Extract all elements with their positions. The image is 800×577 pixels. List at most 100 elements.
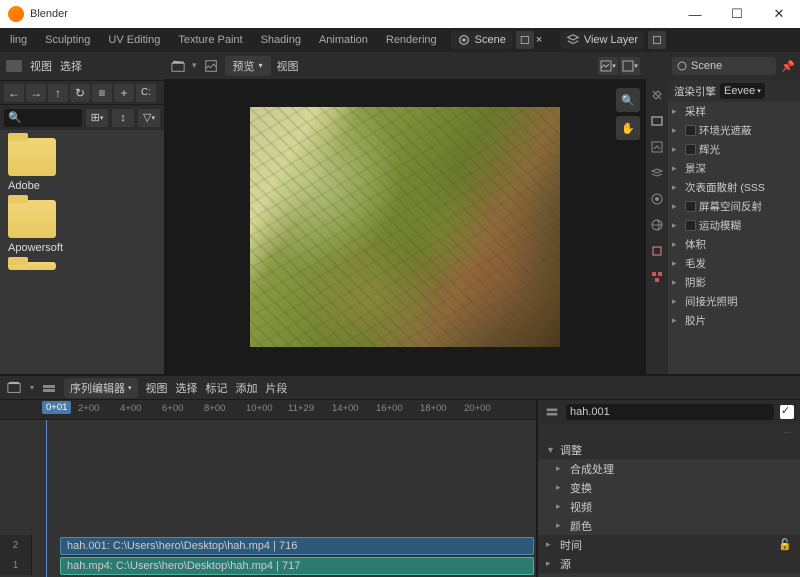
properties-tabs bbox=[646, 52, 668, 374]
seq-marker-menu[interactable]: 标记 bbox=[206, 380, 228, 396]
object-tab-icon[interactable] bbox=[648, 242, 666, 260]
display-grid-button[interactable]: ⊞▾ bbox=[86, 109, 108, 127]
ruler-tick: 14+00 bbox=[332, 403, 359, 414]
seq-add-menu[interactable]: 添加 bbox=[236, 380, 258, 396]
folder-item[interactable]: Apowersoft bbox=[8, 200, 156, 254]
property-row[interactable]: ▸运动模糊 bbox=[668, 216, 800, 235]
tab-sculpting[interactable]: Sculpting bbox=[37, 31, 98, 49]
nav-back-button[interactable]: ← bbox=[4, 84, 24, 102]
checkbox[interactable] bbox=[685, 201, 696, 212]
strip-name-input[interactable]: hah.001 bbox=[566, 404, 774, 420]
clapper-icon[interactable] bbox=[170, 59, 186, 73]
tab-modeling[interactable]: ling bbox=[2, 31, 35, 49]
strip-mute-checkbox[interactable] bbox=[780, 405, 794, 419]
video-row[interactable]: ▸视频 bbox=[538, 497, 800, 516]
viewlayer-selector[interactable]: View Layer bbox=[560, 31, 644, 49]
current-frame[interactable]: 0+01 bbox=[42, 401, 71, 414]
scene-close-button[interactable]: × bbox=[536, 34, 550, 46]
scene-pin[interactable]: Scene bbox=[672, 57, 776, 75]
output-tab-icon[interactable] bbox=[648, 138, 666, 156]
channel-number: 2 bbox=[0, 535, 32, 555]
property-row[interactable]: ▸体积 bbox=[668, 235, 800, 254]
scene-new-button[interactable]: ☐ bbox=[516, 31, 534, 49]
render-engine-dropdown[interactable]: Eevee▾ bbox=[720, 83, 765, 99]
sequencer-mode-dropdown[interactable]: 序列编辑器▾ bbox=[64, 378, 138, 398]
nav-refresh-button[interactable]: ↻ bbox=[70, 84, 90, 102]
ruler-tick: 11+29 bbox=[288, 403, 314, 414]
property-row[interactable]: ▸毛发 bbox=[668, 254, 800, 273]
folder-item[interactable] bbox=[8, 262, 156, 270]
sort-button[interactable]: ↕ bbox=[112, 109, 134, 127]
tool-tab-icon[interactable] bbox=[648, 86, 666, 104]
property-row[interactable]: ▸胶片 bbox=[668, 311, 800, 330]
property-row[interactable]: ▸间接光照明 bbox=[668, 292, 800, 311]
tab-rendering[interactable]: Rendering bbox=[378, 31, 445, 49]
fb-view-menu[interactable]: 视图 bbox=[30, 58, 52, 74]
checkbox[interactable] bbox=[685, 220, 696, 231]
tab-uv-editing[interactable]: UV Editing bbox=[100, 31, 168, 49]
preview-canvas[interactable] bbox=[164, 80, 646, 374]
search-input[interactable]: 🔍 bbox=[4, 109, 82, 127]
app-title: Blender bbox=[30, 8, 68, 20]
lock-icon[interactable]: 🔓 bbox=[778, 538, 792, 551]
scene-selector[interactable]: Scene bbox=[451, 31, 512, 49]
fb-select-menu[interactable]: 选择 bbox=[60, 58, 82, 74]
pin-button[interactable]: 📌 bbox=[780, 58, 796, 74]
property-row[interactable]: ▸阴影 bbox=[668, 273, 800, 292]
checkbox[interactable] bbox=[685, 144, 696, 155]
source-section[interactable]: ▸源 bbox=[538, 554, 800, 573]
vp-view-menu[interactable]: 视图 bbox=[277, 58, 299, 74]
viewlayer-new-button[interactable]: ☐ bbox=[648, 31, 666, 49]
timeline[interactable]: 0+01 2+004+006+008+0010+0011+2914+0016+0… bbox=[0, 400, 536, 577]
close-button[interactable]: ✕ bbox=[758, 0, 800, 28]
editor-dropdown-icon[interactable]: ▾ bbox=[192, 60, 197, 71]
seq-select-menu[interactable]: 选择 bbox=[176, 380, 198, 396]
texture-tab-icon[interactable] bbox=[648, 268, 666, 286]
maximize-button[interactable]: ☐ bbox=[716, 0, 758, 28]
property-row[interactable]: ▸景深 bbox=[668, 159, 800, 178]
overlay-button[interactable]: ▾ bbox=[598, 57, 618, 75]
nav-newdir-button[interactable]: + bbox=[114, 84, 134, 102]
nav-drive-button[interactable]: C: bbox=[136, 84, 156, 102]
compositing-row[interactable]: ▸合成处理 bbox=[538, 459, 800, 478]
adjust-section[interactable]: ▼调整 bbox=[538, 440, 800, 459]
property-row[interactable]: ▸环境光遮蔽 bbox=[668, 121, 800, 140]
pan-icon[interactable]: ✋ bbox=[616, 116, 640, 140]
filter-button[interactable]: ▽▾ bbox=[138, 109, 160, 127]
tab-texture-paint[interactable]: Texture Paint bbox=[170, 31, 250, 49]
tab-animation[interactable]: Animation bbox=[311, 31, 376, 49]
property-row[interactable]: ▸辉光 bbox=[668, 140, 800, 159]
property-row[interactable]: ▸屏幕空间反射 bbox=[668, 197, 800, 216]
viewlayer-tab-icon[interactable] bbox=[648, 164, 666, 182]
nav-forward-button[interactable]: → bbox=[26, 84, 46, 102]
nav-list-button[interactable]: ≡ bbox=[92, 84, 112, 102]
channel-number: 1 bbox=[0, 555, 32, 575]
video-strip[interactable]: hah.mp4: C:\Users\hero\Desktop\hah.mp4 |… bbox=[60, 557, 534, 575]
folder-item[interactable]: Adobe bbox=[8, 138, 156, 192]
file-browser: 视图 选择 ← → ↑ ↻ ≡ + C: 🔍 ⊞▾ ↕ ▽▾ Adobe Apo… bbox=[0, 52, 164, 374]
preview-mode-dropdown[interactable]: 预览▾ bbox=[225, 56, 271, 76]
nav-up-button[interactable]: ↑ bbox=[48, 84, 68, 102]
world-tab-icon[interactable] bbox=[648, 216, 666, 234]
timeline-tracks[interactable]: 2 1 hah.001: C:\Users\hero\Desktop\hah.m… bbox=[0, 420, 536, 577]
zoom-icon[interactable]: 🔍 bbox=[616, 88, 640, 112]
seq-view-menu[interactable]: 视图 bbox=[146, 380, 168, 396]
render-tab-icon[interactable] bbox=[648, 112, 666, 130]
tab-shading[interactable]: Shading bbox=[253, 31, 309, 49]
property-row[interactable]: ▸次表面散射 (SSS bbox=[668, 178, 800, 197]
playhead[interactable] bbox=[46, 420, 47, 577]
checkbox[interactable] bbox=[685, 125, 696, 136]
filebrowser-icon[interactable] bbox=[6, 60, 22, 72]
panel-options-icon[interactable]: ⋯ bbox=[783, 427, 792, 438]
seq-strip-menu[interactable]: 片段 bbox=[266, 380, 288, 396]
sequencer-icon[interactable] bbox=[6, 381, 22, 395]
color-row[interactable]: ▸颜色 bbox=[538, 516, 800, 535]
transform-row[interactable]: ▸变换 bbox=[538, 478, 800, 497]
timeline-ruler[interactable]: 0+01 2+004+006+008+0010+0011+2914+0016+0… bbox=[0, 400, 536, 420]
minimize-button[interactable]: — bbox=[674, 0, 716, 28]
scene-tab-icon[interactable] bbox=[648, 190, 666, 208]
property-row[interactable]: ▸采样 bbox=[668, 102, 800, 121]
time-section[interactable]: ▸时间🔓 bbox=[538, 535, 800, 554]
gizmo-button[interactable]: ▾ bbox=[620, 57, 640, 75]
video-strip[interactable]: hah.001: C:\Users\hero\Desktop\hah.mp4 |… bbox=[60, 537, 534, 555]
